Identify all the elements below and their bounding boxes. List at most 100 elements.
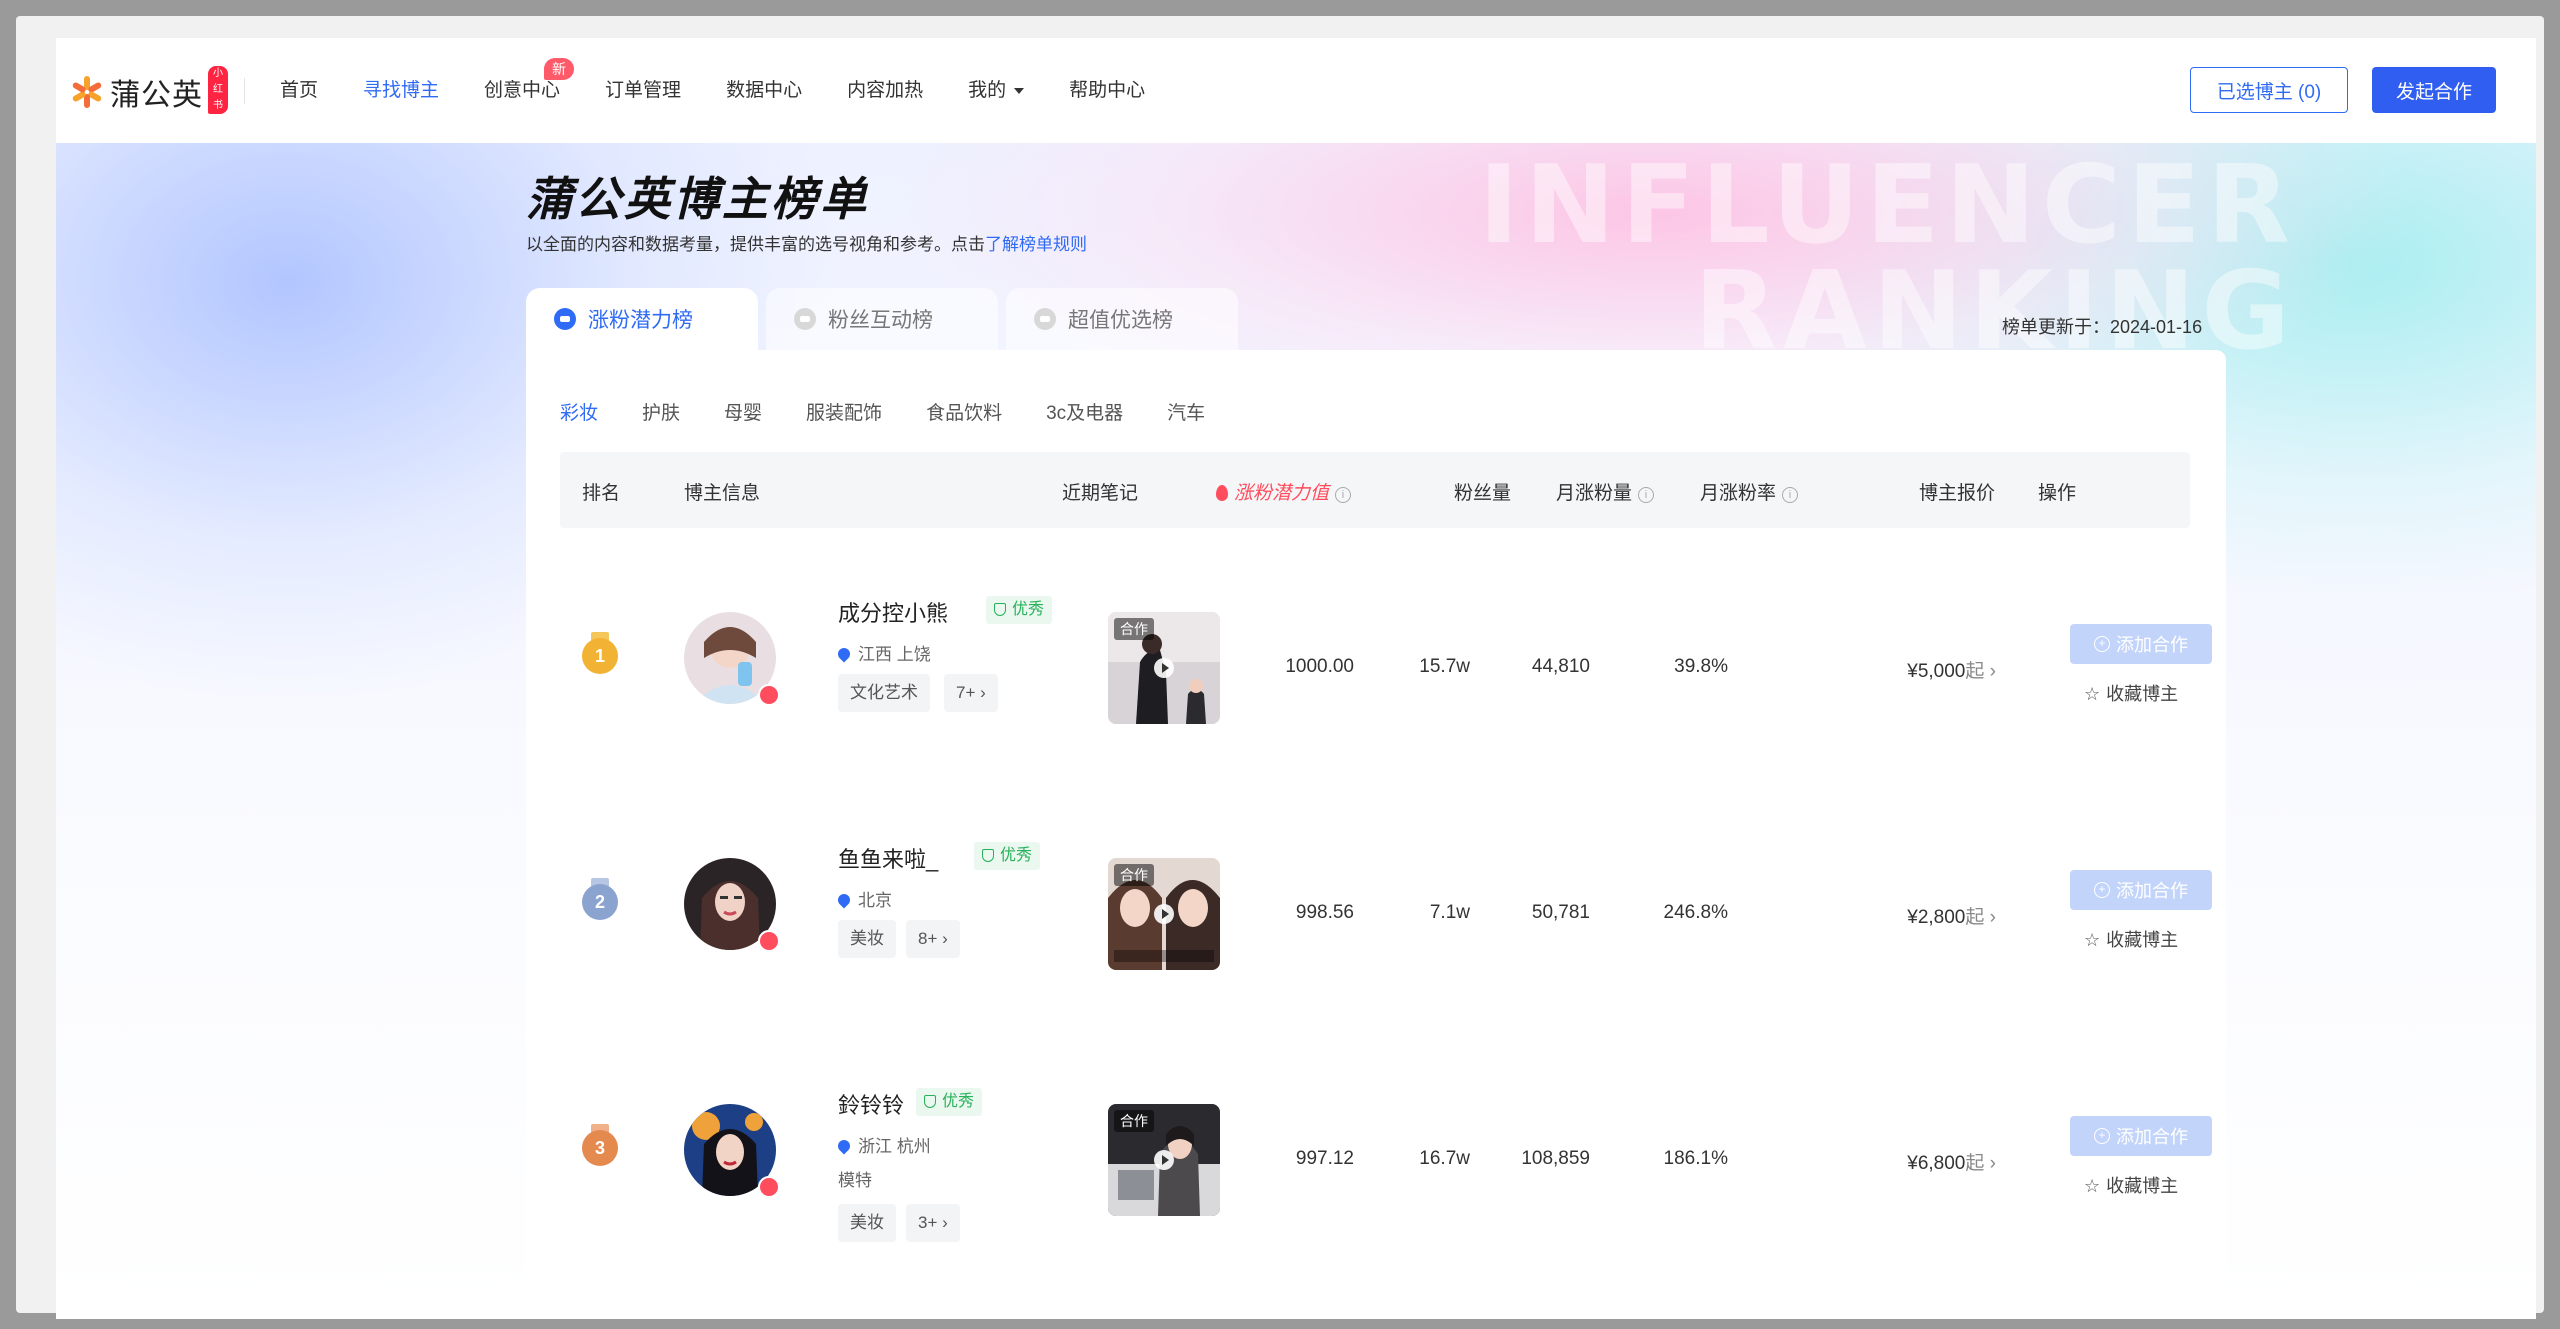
verified-badge-icon	[758, 684, 780, 706]
table-row: 2 鱼鱼来啦_ 优秀 北京 美妆 8+ › 合作 998.56 7.1w 50,…	[526, 790, 2226, 1036]
monthly-gain-value: 108,859	[1521, 1148, 1590, 1169]
coin-icon	[1034, 308, 1056, 330]
category-apparel[interactable]: 服装配饰	[806, 398, 882, 425]
col-actions: 操作	[2038, 483, 2077, 504]
category-electronics[interactable]: 3c及电器	[1046, 398, 1123, 425]
favorite-button[interactable]: ☆ 收藏博主	[2084, 1172, 2178, 1198]
influencer-name[interactable]: 鱼鱼来啦_	[838, 842, 938, 874]
star-icon: ☆	[2084, 930, 2101, 950]
note-thumbnail[interactable]: 合作	[1108, 1104, 1220, 1216]
category-tag: 美妆	[838, 920, 896, 958]
cooperation-label: 合作	[1114, 1110, 1154, 1132]
followers-value: 7.1w	[1429, 902, 1470, 923]
category-filter: 彩妆 护肤 母婴 服装配饰 食品饮料 3c及电器 汽车	[560, 398, 1249, 425]
col-price: 博主报价	[1919, 483, 1996, 504]
category-skincare[interactable]: 护肤	[642, 398, 680, 425]
favorite-button[interactable]: ☆ 收藏博主	[2084, 680, 2178, 706]
note-thumbnail[interactable]: 合作	[1108, 612, 1220, 724]
gold-medal-icon: 1	[582, 632, 618, 674]
add-cooperation-button[interactable]: + 添加合作	[2070, 870, 2212, 910]
tab-follower-growth[interactable]: 涨粉潜力榜	[526, 288, 758, 350]
location-pin-icon	[835, 645, 853, 663]
monthly-rate-value: 39.8%	[1674, 656, 1728, 677]
new-badge: 新	[544, 58, 575, 80]
update-date: 榜单更新于：2024-01-16	[2002, 317, 2203, 337]
potential-value: 997.12	[1295, 1148, 1354, 1169]
nav-item-creative-center[interactable]: 创意中心新	[484, 58, 575, 104]
info-icon[interactable]: i	[1638, 487, 1655, 503]
dandelion-logo-icon	[70, 75, 104, 109]
nav-item-mine[interactable]: 我的	[968, 78, 1025, 104]
influencer-name[interactable]: 成分控小熊	[838, 596, 948, 628]
location-pin-icon	[835, 891, 853, 909]
price-value[interactable]: ¥2,800起 ›	[1907, 902, 1996, 929]
category-tag: 美妆	[838, 1204, 896, 1242]
category-tag: 文化艺术	[838, 674, 930, 712]
plus-icon: +	[2094, 882, 2110, 898]
potential-value: 998.56	[1295, 902, 1354, 923]
verified-badge-icon	[758, 1176, 780, 1198]
followers-value: 15.7w	[1419, 656, 1470, 677]
star-icon: ☆	[2084, 684, 2101, 704]
col-monthly-rate: 月涨粉率 i	[1700, 478, 1799, 505]
col-monthly-gain: 月涨粉量 i	[1556, 478, 1655, 505]
more-tags-button[interactable]: 7+ ›	[944, 674, 998, 712]
silver-medal-icon: 2	[582, 878, 618, 920]
col-notes: 近期笔记	[1062, 483, 1139, 504]
window-frame: 蒲公英 小红书 首页 寻找博主 创意中心新 订单管理 数据中心 内容加热 我的 …	[16, 16, 2544, 1319]
category-makeup[interactable]: 彩妆	[560, 398, 598, 425]
nav-item-help[interactable]: 帮助中心	[1069, 78, 1145, 104]
more-tags-button[interactable]: 3+ ›	[906, 1204, 960, 1242]
heart-icon	[794, 308, 816, 330]
excellent-badge: 优秀	[916, 1088, 983, 1116]
selected-influencers-button[interactable]: 已选博主 (0)	[2190, 67, 2348, 113]
table-header: 排名 博主信息 近期笔记 涨粉潜力值 i 粉丝量 月涨粉量 i 月涨粉率 i 博主报价…	[560, 452, 2190, 528]
location-pin-icon	[835, 1137, 853, 1155]
rules-link[interactable]: 了解榜单规则	[985, 235, 1087, 254]
note-thumbnail[interactable]: 合作	[1108, 858, 1220, 970]
verified-badge-icon	[758, 930, 780, 952]
top-navigation: 蒲公英 小红书 首页 寻找博主 创意中心新 订单管理 数据中心 内容加热 我的 …	[56, 38, 2536, 143]
bronze-medal-icon: 3	[582, 1124, 618, 1166]
add-cooperation-button[interactable]: + 添加合作	[2070, 1116, 2212, 1156]
more-tags-button[interactable]: 8+ ›	[906, 920, 960, 958]
influencer-name[interactable]: 鈴铃铃	[838, 1088, 904, 1120]
monthly-gain-value: 44,810	[1531, 656, 1590, 677]
price-value[interactable]: ¥5,000起 ›	[1907, 656, 1996, 683]
monthly-rate-value: 186.1%	[1663, 1148, 1728, 1169]
nav-item-content-boost[interactable]: 内容加热	[847, 78, 923, 104]
play-icon	[1154, 904, 1174, 924]
excellent-badge: 优秀	[986, 596, 1053, 624]
col-info: 博主信息	[684, 483, 761, 504]
category-maternal[interactable]: 母婴	[724, 398, 762, 425]
add-cooperation-button[interactable]: + 添加合作	[2070, 624, 2212, 664]
nav-item-orders[interactable]: 订单管理	[605, 78, 681, 104]
logo-text: 蒲公英	[110, 79, 203, 112]
cooperation-label: 合作	[1114, 618, 1154, 640]
monthly-rate-value: 246.8%	[1663, 902, 1728, 923]
nav-item-home[interactable]: 首页	[280, 78, 318, 104]
category-food[interactable]: 食品饮料	[926, 398, 1002, 425]
table-row: 3 鈴铃铃 优秀 浙江 杭州 模特 美妆 3+ › 合作 997.12 16.7…	[526, 1036, 2226, 1282]
tab-value-pick[interactable]: 超值优选榜	[1006, 288, 1238, 350]
tab-fan-interaction[interactable]: 粉丝互动榜	[766, 288, 998, 350]
logo-badge: 小红书	[208, 66, 228, 114]
col-potential[interactable]: 涨粉潜力值 i	[1216, 478, 1352, 505]
price-value[interactable]: ¥6,800起 ›	[1907, 1148, 1996, 1175]
category-auto[interactable]: 汽车	[1167, 398, 1205, 425]
play-icon	[1154, 658, 1174, 678]
potential-value: 1000.00	[1285, 656, 1354, 677]
start-cooperation-button[interactable]: 发起合作	[2372, 67, 2496, 113]
favorite-button[interactable]: ☆ 收藏博主	[2084, 926, 2178, 952]
ranking-card: 彩妆 护肤 母婴 服装配饰 食品饮料 3c及电器 汽车 排名 博主信息 近期笔记…	[526, 350, 2226, 1319]
page-subtitle: 以全面的内容和数据考量，提供丰富的选号视角和参考。点击了解榜单规则	[526, 235, 1087, 254]
cooperation-label: 合作	[1114, 864, 1154, 886]
nav-item-data-center[interactable]: 数据中心	[726, 78, 802, 104]
star-icon: ☆	[2084, 1176, 2101, 1196]
logo[interactable]: 蒲公英 小红书	[70, 66, 228, 114]
info-icon[interactable]: i	[1782, 487, 1799, 503]
nav-item-find-influencer[interactable]: 寻找博主	[363, 78, 439, 104]
info-icon[interactable]: i	[1335, 487, 1352, 503]
plus-icon: +	[2094, 1128, 2110, 1144]
chevron-down-icon	[1014, 87, 1025, 94]
